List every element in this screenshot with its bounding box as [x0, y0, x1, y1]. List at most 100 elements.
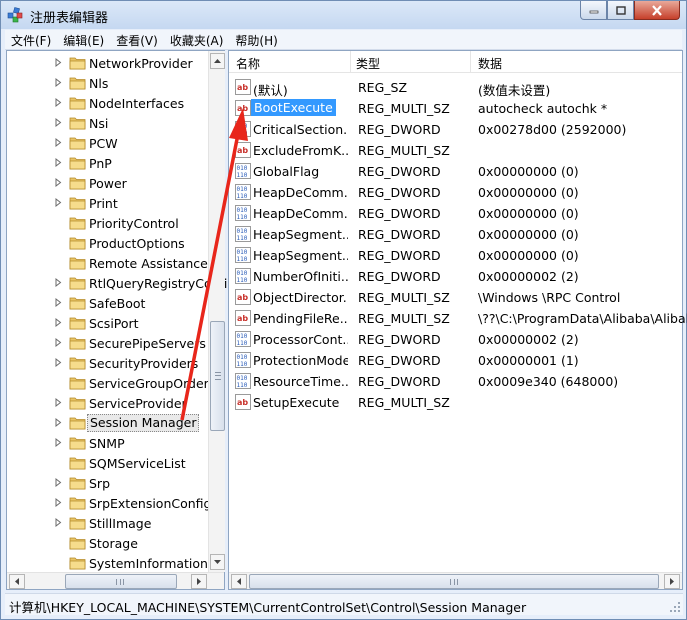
list-hscroll-thumb[interactable]	[249, 574, 659, 589]
tree-item[interactable]: Srp	[7, 473, 207, 493]
expand-arrow-icon[interactable]	[55, 158, 62, 167]
expand-arrow-icon[interactable]	[55, 98, 62, 107]
list-scroll-left-button[interactable]	[231, 574, 247, 589]
expand-arrow-icon[interactable]	[55, 478, 62, 487]
expand-arrow-icon[interactable]	[55, 178, 62, 187]
menu-edit[interactable]: 编辑(E)	[57, 30, 110, 49]
tree-vertical-scrollbar[interactable]	[208, 51, 225, 572]
column-header-data[interactable]: 数据	[478, 55, 502, 72]
tree-scroll-down-button[interactable]	[210, 554, 225, 570]
expand-arrow-icon[interactable]	[55, 398, 62, 407]
tree-item[interactable]: SafeBoot	[7, 293, 207, 313]
registry-value-row[interactable]: 010 110 HeapSegment... REG_DWORD 0x00000000 …	[229, 245, 682, 266]
list-horizontal-scrollbar[interactable]	[229, 572, 682, 589]
close-icon	[652, 4, 662, 16]
tree-item[interactable]: PriorityControl	[7, 213, 207, 233]
minimize-button[interactable]	[580, 1, 607, 20]
tree-item[interactable]: ServiceProvider	[7, 393, 207, 413]
expand-arrow-icon[interactable]	[55, 438, 62, 447]
tree-item[interactable]: Print	[7, 193, 207, 213]
registry-value-row[interactable]: 010 110 HeapDeComm... REG_DWORD 0x00000000 (…	[229, 203, 682, 224]
tree-item[interactable]: SecurityProviders	[7, 353, 207, 373]
tree-scroll-up-button[interactable]	[210, 53, 225, 69]
registry-value-row[interactable]: ab ObjectDirector... REG_MULTI_SZ \Windows …	[229, 287, 682, 308]
svg-text:ab: ab	[237, 83, 248, 92]
expand-arrow-icon[interactable]	[55, 418, 62, 427]
title-bar[interactable]: 注册表编辑器	[1, 1, 686, 29]
expand-arrow-icon[interactable]	[55, 338, 62, 347]
expand-arrow-icon[interactable]	[55, 138, 62, 147]
tree-item[interactable]: ProductOptions	[7, 233, 207, 253]
expand-arrow-icon[interactable]	[55, 78, 62, 87]
list-scroll-right-button[interactable]	[664, 574, 680, 589]
expand-arrow-icon[interactable]	[55, 498, 62, 507]
close-button[interactable]	[634, 1, 680, 20]
column-header-name[interactable]: 名称	[236, 55, 260, 72]
expand-arrow-icon[interactable]	[55, 318, 62, 327]
menu-help[interactable]: 帮助(H)	[229, 30, 283, 49]
registry-value-row[interactable]: 010 110 CriticalSection... REG_DWORD 0x00278…	[229, 119, 682, 140]
registry-value-row[interactable]: ab ExcludeFromK... REG_MULTI_SZ	[229, 140, 682, 161]
tree-item[interactable]: Nsi	[7, 113, 207, 133]
tree-scroll-left-button[interactable]	[9, 574, 25, 589]
resize-grip-icon[interactable]	[669, 601, 681, 613]
tree-item[interactable]: ServiceGroupOrder	[7, 373, 209, 393]
value-name: HeapDeComm...	[253, 206, 348, 221]
tree-item[interactable]: SecurePipeServers	[7, 333, 207, 353]
registry-value-row[interactable]: 010 110 ProtectionMode REG_DWORD 0x00000001 …	[229, 350, 682, 371]
maximize-icon	[615, 5, 626, 15]
registry-value-row[interactable]: 010 110 HeapSegment... REG_DWORD 0x00000000 …	[229, 224, 682, 245]
tree-item[interactable]: NodeInterfaces	[7, 93, 207, 113]
tree-item[interactable]: SQMServiceList	[7, 453, 207, 473]
tree-scroll-right-button[interactable]	[191, 574, 207, 589]
expand-arrow-icon[interactable]	[55, 518, 62, 527]
tree-item[interactable]: Storage	[7, 533, 207, 553]
expand-arrow-icon[interactable]	[55, 198, 62, 207]
tree-item[interactable]: NetworkProvider	[7, 53, 207, 73]
tree-item[interactable]: Nls	[7, 73, 207, 93]
expand-arrow-icon[interactable]	[55, 58, 62, 67]
menu-favorites[interactable]: 收藏夹(A)	[164, 30, 230, 49]
tree-item[interactable]: SrpExtensionConfig	[7, 493, 211, 513]
tree-scroll-thumb[interactable]	[210, 321, 225, 431]
menu-file[interactable]: 文件(F)	[5, 30, 57, 49]
folder-icon	[69, 77, 86, 90]
column-divider[interactable]	[350, 51, 351, 73]
expand-arrow-icon[interactable]	[55, 278, 62, 287]
tree-item[interactable]: RtlQueryRegistryConfig	[7, 273, 235, 293]
registry-value-row[interactable]: 010 110 NumberOfIniti... REG_DWORD 0x0000000…	[229, 266, 682, 287]
tree-item[interactable]: ScsiPort	[7, 313, 207, 333]
key-tree-pane[interactable]: NetworkProvider Nls NodeInterfaces Nsi PCW Pn…	[6, 50, 235, 590]
registry-value-row[interactable]: 010 110 GlobalFlag REG_DWORD 0x00000000 (0)	[229, 161, 682, 182]
registry-value-row[interactable]: ab BootExecute REG_MULTI_SZ autocheck autoc…	[229, 98, 682, 119]
arrow-left-icon	[237, 578, 241, 585]
tree-item[interactable]: PnP	[7, 153, 207, 173]
registry-value-row[interactable]: ab PendingFileRe... REG_MULTI_SZ \??\C:\Pro…	[229, 308, 687, 329]
tree-horizontal-scrollbar[interactable]	[7, 572, 224, 589]
binary-value-icon: 010110	[235, 268, 251, 284]
registry-value-row[interactable]: 010 110 ProcessorCont... REG_DWORD 0x0000000…	[229, 329, 682, 350]
folder-icon	[69, 357, 86, 370]
registry-value-row[interactable]: 010 110 HeapDeComm... REG_DWORD 0x00000000 (…	[229, 182, 682, 203]
expand-arrow-icon[interactable]	[55, 358, 62, 367]
tree-item[interactable]: SystemInformation	[7, 553, 208, 573]
registry-value-row[interactable]: ab (默认) REG_SZ (数值未设置)	[229, 77, 682, 98]
registry-value-row[interactable]: ab SetupExecute REG_MULTI_SZ	[229, 392, 682, 413]
maximize-button[interactable]	[607, 1, 634, 20]
tree-item[interactable]: Remote Assistance	[7, 253, 208, 273]
column-divider[interactable]	[470, 51, 471, 73]
tree-item[interactable]: Session Manager	[7, 413, 207, 433]
tree-item[interactable]: Power	[7, 173, 207, 193]
values-list-pane[interactable]: 名称 类型 数据 ab (默认) REG_SZ (数值未设置) ab BootExecut…	[228, 50, 687, 590]
registry-value-row[interactable]: 010 110 ResourceTime... REG_DWORD 0x0009e340…	[229, 371, 682, 392]
menu-view[interactable]: 查看(V)	[110, 30, 164, 49]
column-header-type[interactable]: 类型	[356, 55, 380, 72]
expand-arrow-icon[interactable]	[55, 118, 62, 127]
value-data: 0x00000002 (2)	[478, 269, 579, 284]
tree-item[interactable]: SNMP	[7, 433, 207, 453]
tree-item[interactable]: StillImage	[7, 513, 207, 533]
expand-arrow-icon[interactable]	[55, 298, 62, 307]
tree-hscroll-thumb[interactable]	[65, 574, 177, 589]
menu-bar: 文件(F) 编辑(E) 查看(V) 收藏夹(A) 帮助(H)	[5, 30, 682, 50]
tree-item[interactable]: PCW	[7, 133, 207, 153]
